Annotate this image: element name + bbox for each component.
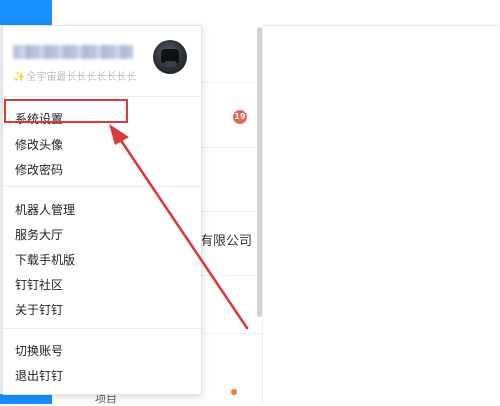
menu-item-logout[interactable]: 退出钉钉 (15, 367, 63, 384)
company-name-text: 有限公司 (200, 234, 253, 249)
menu-divider (3, 328, 201, 329)
menu-item-about[interactable]: 关于钉钉 (15, 301, 63, 318)
signature-text: 全宇宙最长长长长长长长 (26, 72, 137, 83)
top-bar (0, 0, 500, 26)
app-logo-area[interactable] (0, 0, 52, 25)
status-dot (231, 389, 237, 395)
menu-item-robot-management[interactable]: 机器人管理 (15, 201, 75, 218)
menu-item-download-mobile[interactable]: 下载手机版 (15, 251, 75, 268)
menu-item-change-password[interactable]: 修改密码 (15, 161, 63, 178)
highlight-box (4, 99, 128, 123)
user-dropdown-menu: ■■■ ■■■■■■■ ✨全宇宙最长长长长长长长 系统设置 修改头像 修改密码 … (2, 25, 202, 395)
unread-badge: 19 (233, 110, 247, 124)
sidebar-bottom-accent (0, 394, 52, 404)
profile-header[interactable]: ■■■ ■■■■■■■ ✨全宇宙最长长长长长长长 (3, 26, 201, 96)
menu-divider (3, 186, 201, 187)
menu-item-change-avatar[interactable]: 修改头像 (15, 136, 63, 153)
menu-item-community[interactable]: 钉钉社区 (15, 276, 63, 293)
menu-item-service-hall[interactable]: 服务大厅 (15, 226, 63, 243)
list-scrollbar[interactable] (257, 27, 262, 317)
user-signature: ✨全宇宙最长长长长长长长 (13, 68, 141, 83)
menu-divider (3, 96, 201, 97)
avatar[interactable] (153, 40, 187, 74)
username: ■■■ ■■■■■■■ (13, 45, 133, 59)
sparkle-icon: ✨ (13, 72, 26, 83)
menu-item-switch-account[interactable]: 切换账号 (15, 342, 63, 359)
